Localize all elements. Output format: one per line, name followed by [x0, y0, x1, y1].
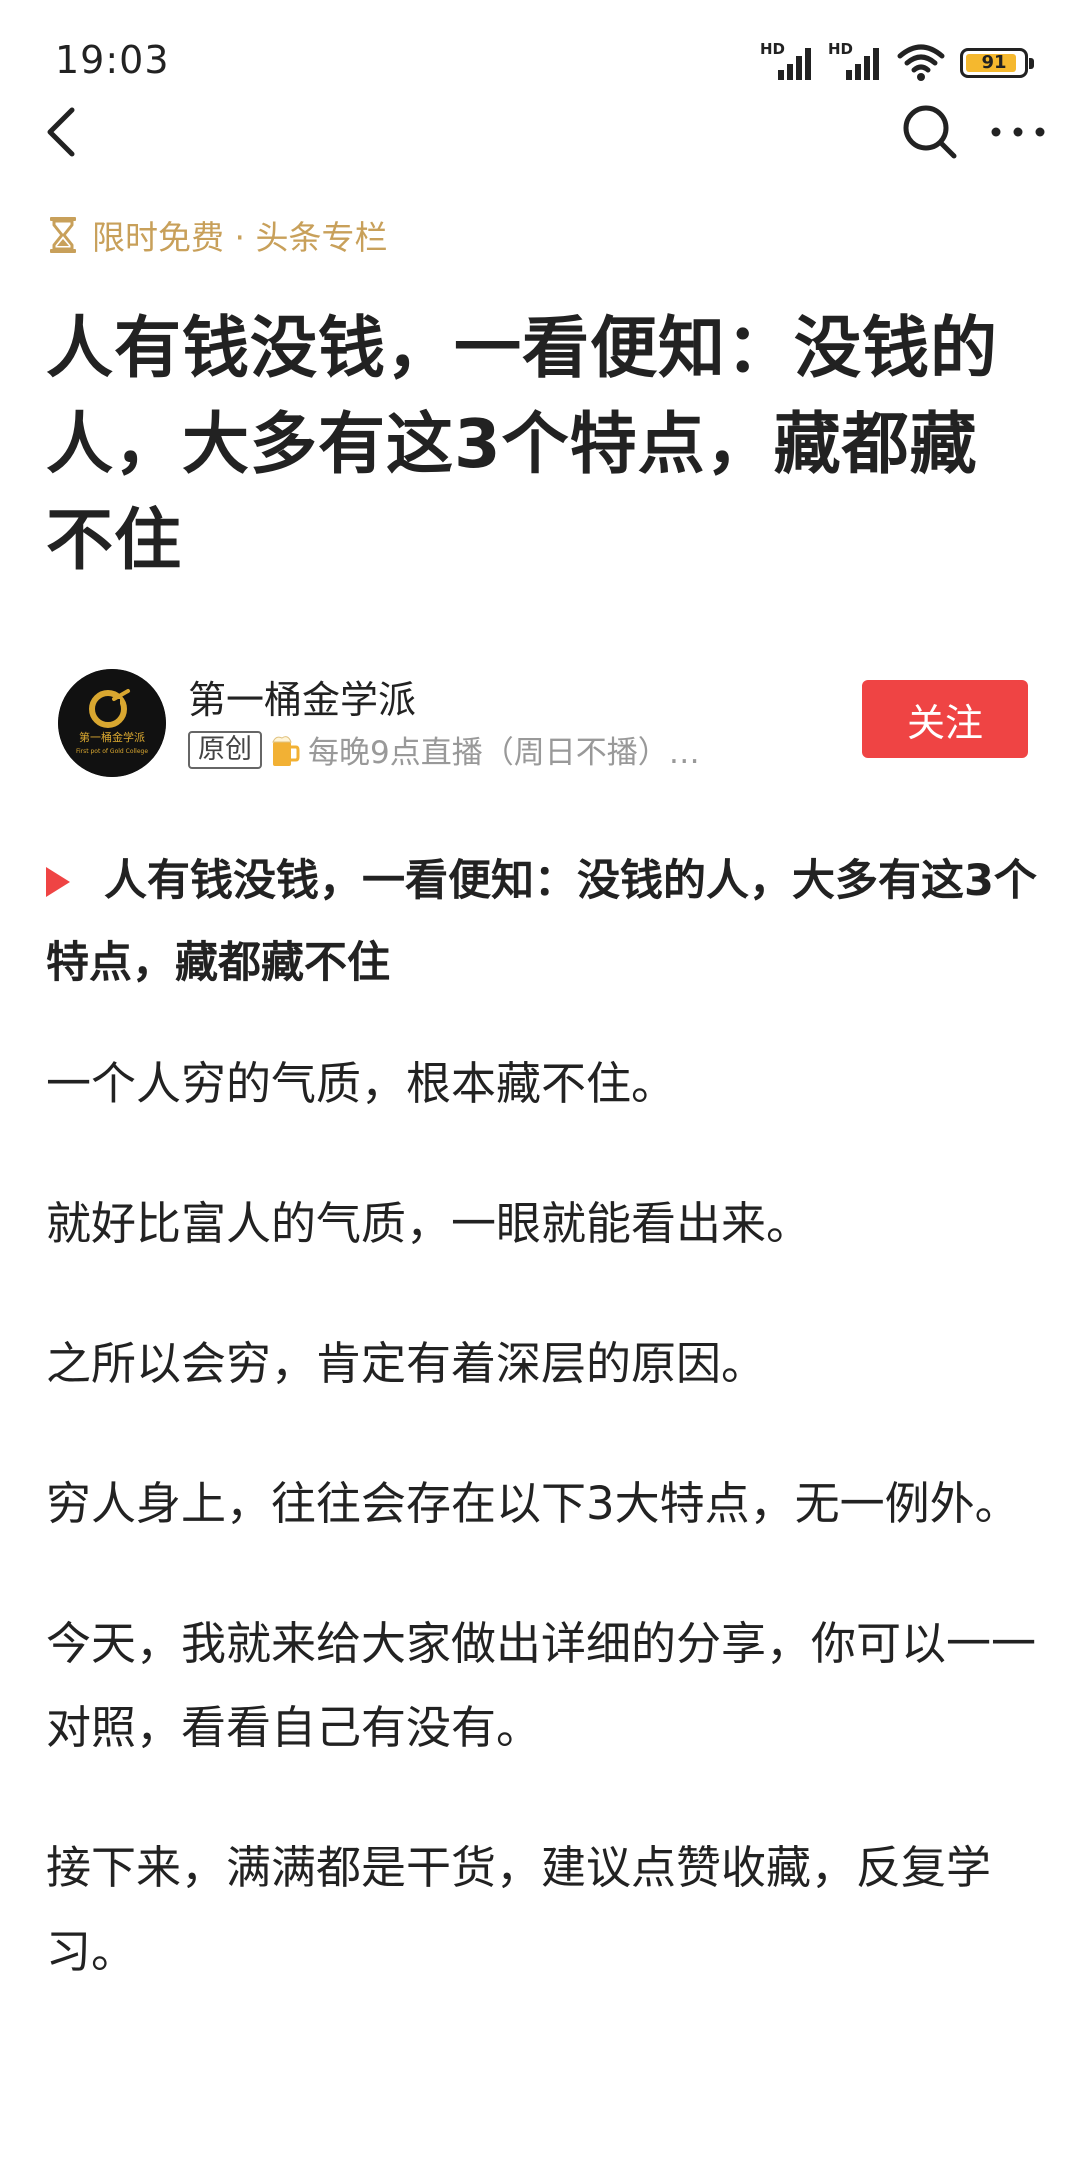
avatar-logo-text: 第一桶金学派	[79, 730, 145, 744]
status-icons: HD HD 91	[760, 36, 1034, 82]
article-paragraph: 今天，我就来给大家做出详细的分享，你可以一一对照，看看自己有没有。	[46, 1617, 1037, 1754]
author-logo-icon: 第一桶金学派 First pot of Gold College	[58, 669, 166, 777]
battery-icon: 91	[960, 48, 1034, 78]
signal-icon: HD	[760, 42, 814, 82]
chevron-left-icon	[47, 107, 75, 157]
status-time: 19:03	[55, 38, 170, 82]
original-badge: 原创	[188, 730, 262, 769]
author-name[interactable]: 第一桶金学派	[188, 669, 416, 724]
article-body: 人有钱没钱，一看便知：没钱的人，大多有这3个特点，藏都藏不住 一个人穷的气质，根…	[46, 840, 1041, 2050]
article-paragraph: 之所以会穷，肯定有着深层的原因。	[46, 1337, 767, 1390]
hourglass-icon	[50, 217, 76, 253]
author-row: 第一桶金学派 First pot of Gold College 第一桶金学派 …	[0, 665, 1080, 785]
signal-icon: HD	[828, 42, 882, 82]
article-title: 人有钱没钱，一看便知：没钱的人，大多有这3个特点，藏都藏不住	[46, 309, 998, 579]
more-button[interactable]	[978, 92, 1058, 172]
wifi-icon	[897, 44, 945, 81]
article-lead-text: 人有钱没钱，一看便知：没钱的人，大多有这3个特点，藏都藏不住	[46, 856, 1037, 988]
search-button[interactable]	[890, 92, 970, 172]
author-avatar[interactable]: 第一桶金学派 First pot of Gold College	[58, 669, 166, 777]
back-button[interactable]	[22, 92, 102, 172]
search-icon	[903, 105, 957, 159]
battery-level: 91	[981, 52, 1007, 73]
article-paragraph: 穷人身上，往往会存在以下3大特点，无一例外。	[46, 1477, 1020, 1530]
column-tag-text: 限时免费 · 头条专栏	[92, 218, 388, 257]
article-paragraph: 一个人穷的气质，根本藏不住。	[46, 1057, 677, 1110]
more-dots-icon	[991, 127, 1045, 137]
author-meta: 原创 每晚9点直播（周日不播）…	[188, 727, 700, 772]
article-paragraph: 就好比富人的气质，一眼就能看出来。	[46, 1197, 812, 1250]
author-description: 每晚9点直播（周日不播）…	[308, 735, 700, 771]
column-tag[interactable]: 限时免费 · 头条专栏	[48, 210, 387, 260]
follow-button[interactable]: 关注	[862, 680, 1028, 758]
article-paragraph: 接下来，满满都是干货，建议点赞收藏，反复学习。	[46, 1841, 992, 1978]
avatar-logo-subtext: First pot of Gold College	[76, 748, 148, 755]
nav-bar	[0, 92, 1080, 172]
article-lead: 人有钱没钱，一看便知：没钱的人，大多有这3个特点，藏都藏不住	[46, 840, 1041, 1004]
beer-icon	[270, 732, 300, 768]
play-triangle-icon	[46, 867, 70, 897]
